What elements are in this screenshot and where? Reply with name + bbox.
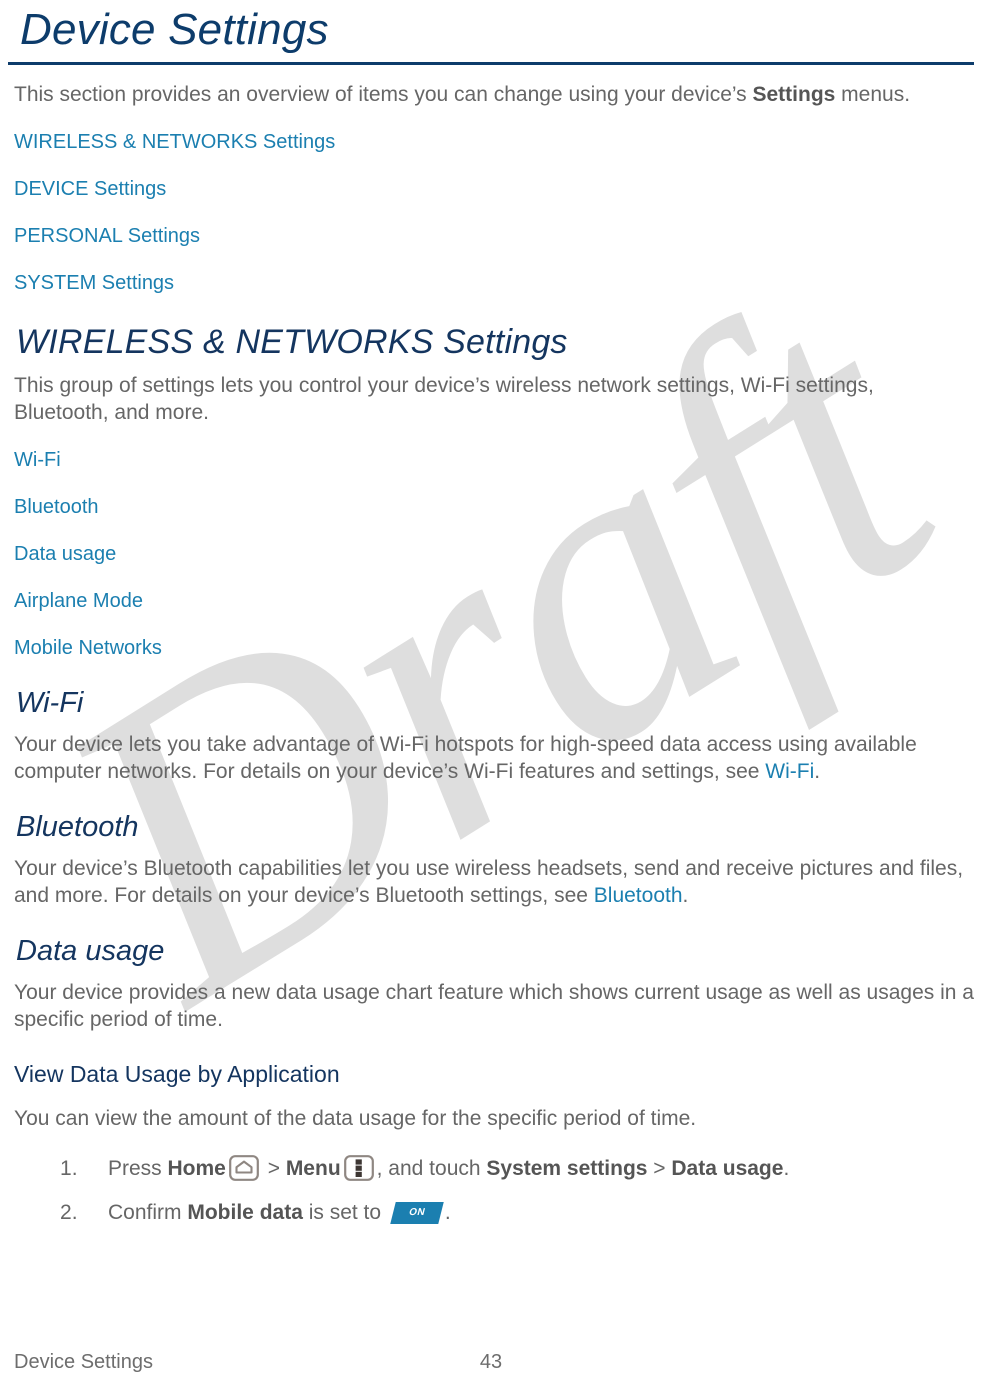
wifi-body-after: . [814, 760, 821, 783]
toc-link-wireless-networks[interactable]: WIRELESS & NETWORKS Settings [8, 130, 974, 155]
step1-text-4: > [647, 1157, 672, 1180]
step1-bold-data-usage: Data usage [671, 1157, 784, 1180]
toc-link-device[interactable]: DEVICE Settings [8, 177, 974, 202]
toggle-on-switch[interactable]: ON [390, 1202, 444, 1224]
link-bluetooth[interactable]: Bluetooth [8, 495, 974, 520]
link-wifi[interactable]: Wi-Fi [8, 448, 974, 473]
section-heading-data-usage: Data usage [16, 935, 165, 967]
step2-bold-mobile-data: Mobile data [187, 1201, 303, 1224]
subheading-view-data-usage-by-application: View Data Usage by Application [14, 1061, 340, 1087]
step1-bold-system-settings: System settings [486, 1157, 648, 1180]
step1-text-2: > [261, 1157, 286, 1180]
step2-text-1: Confirm [108, 1201, 188, 1224]
section-heading-wifi: Wi-Fi [16, 687, 84, 719]
step2-text-2: is set to [302, 1201, 387, 1224]
inline-link-wifi[interactable]: Wi-Fi [765, 760, 814, 783]
intro-paragraph: This section provides an overview of ite… [8, 81, 974, 108]
section-body-bluetooth: Your device’s Bluetooth capabilities let… [8, 855, 974, 909]
intro-bold-settings: Settings [752, 83, 836, 106]
steps-list: Press Home > Menu , and touch System set… [8, 1154, 974, 1228]
bluetooth-body-after: . [682, 884, 689, 907]
section-body-wifi: Your device lets you take advantage of W… [8, 731, 974, 785]
document-page: Device Settings This section provides an… [0, 0, 982, 1386]
section-heading-wireless-networks: WIRELESS & NETWORKS Settings [16, 323, 568, 361]
toc-link-personal[interactable]: PERSONAL Settings [8, 224, 974, 249]
link-data-usage[interactable]: Data usage [8, 542, 974, 567]
section-heading-bluetooth: Bluetooth [16, 811, 139, 843]
step1-text-5: . [783, 1157, 790, 1180]
bluetooth-body-before: Your device’s Bluetooth capabilities let… [14, 857, 964, 907]
title-divider [8, 62, 974, 65]
link-airplane-mode[interactable]: Airplane Mode [8, 589, 974, 614]
step1-bold-menu: Menu [285, 1157, 341, 1180]
footer-page-number: 43 [479, 1351, 503, 1373]
step2-text-3: . [444, 1201, 451, 1224]
list-item: Press Home > Menu , and touch System set… [60, 1154, 974, 1184]
intro-text-after: menus. [835, 83, 911, 106]
page-footer: Device Settings 43 [0, 1351, 982, 1374]
link-mobile-networks[interactable]: Mobile Networks [8, 636, 974, 661]
sub-body-view-data-usage: You can view the amount of the data usag… [14, 1107, 697, 1130]
step1-text-3: , and touch [376, 1157, 487, 1180]
section-body-wireless-networks: This group of settings lets you control … [14, 374, 874, 424]
step1-text-1: Press [108, 1157, 168, 1180]
toc-link-system[interactable]: SYSTEM Settings [8, 271, 974, 296]
step1-bold-home: Home [167, 1157, 226, 1180]
intro-text-before: This section provides an overview of ite… [14, 83, 753, 106]
inline-link-bluetooth[interactable]: Bluetooth [594, 884, 683, 907]
list-item: Confirm Mobile data is set to ON. [60, 1198, 974, 1228]
page-title: Device Settings [20, 5, 329, 54]
home-icon[interactable] [228, 1155, 259, 1181]
menu-icon[interactable] [343, 1155, 374, 1181]
section-body-data-usage: Your device provides a new data usage ch… [14, 981, 974, 1031]
toggle-label: ON [407, 1207, 427, 1218]
